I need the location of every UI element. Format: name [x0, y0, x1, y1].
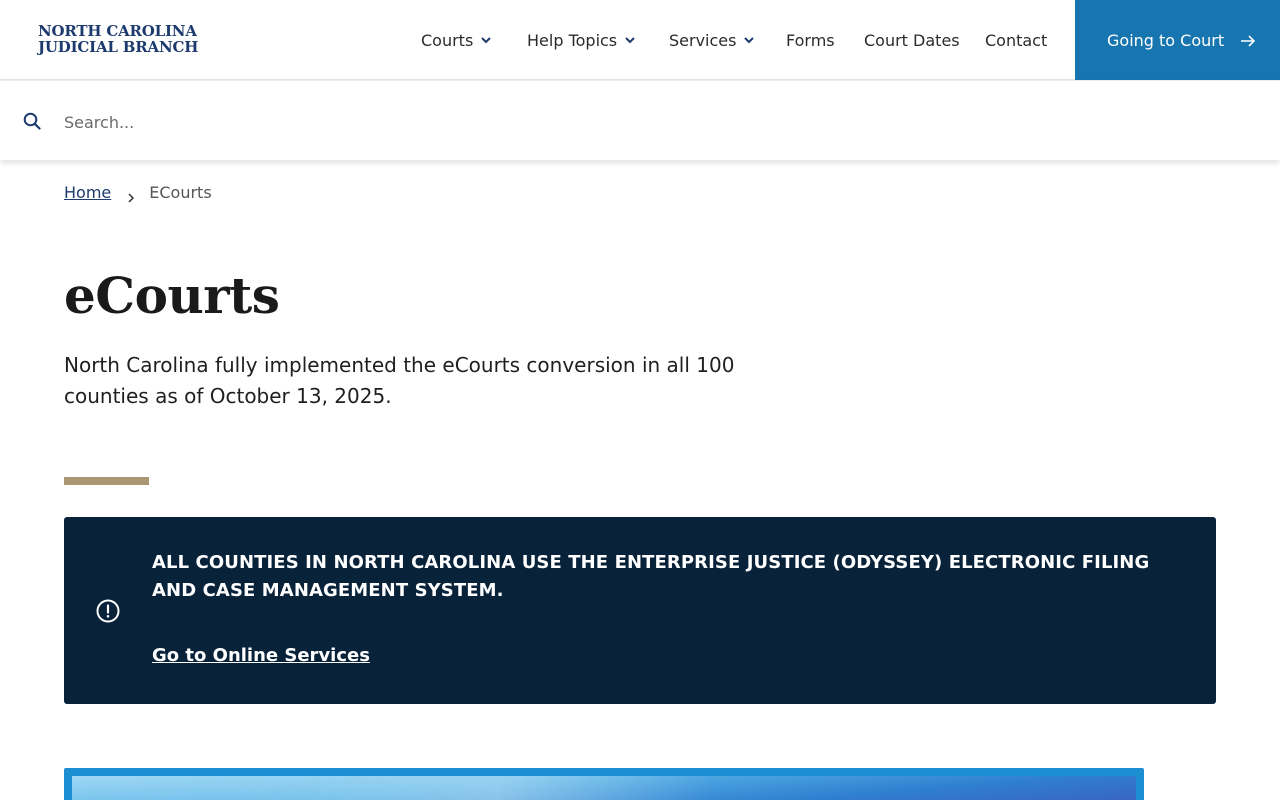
info-alert: All counties in North Carolina use the E…	[64, 517, 1216, 704]
breadcrumb: Home ECourts	[64, 183, 212, 203]
going-to-court-button[interactable]: Going to Court	[1075, 0, 1280, 80]
chevron-right-icon	[127, 188, 135, 203]
breadcrumb-current: ECourts	[149, 183, 212, 202]
nav-help-topics[interactable]: Help Topics	[527, 0, 637, 80]
breadcrumb-home-link[interactable]: Home	[64, 183, 111, 202]
nav-services-label: Services	[669, 30, 737, 50]
accent-divider	[64, 477, 149, 485]
intro-text: North Carolina fully implemented the eCo…	[64, 353, 735, 408]
arrow-right-icon	[1240, 33, 1256, 47]
logo-line-2: JUDICIAL BRANCH	[38, 38, 199, 56]
logo-line-1: NORTH CAROLINA	[38, 22, 197, 40]
nav-courts[interactable]: Courts	[421, 0, 493, 80]
site-header: NORTH CAROLINA JUDICIAL BRANCH Courts He…	[0, 0, 1280, 80]
nav-forms-label: Forms	[786, 30, 835, 50]
chevron-down-icon	[623, 33, 637, 47]
chevron-down-icon	[479, 33, 493, 47]
search-bar	[0, 80, 1280, 160]
nav-contact[interactable]: Contact	[985, 0, 1047, 80]
chevron-down-icon	[742, 33, 756, 47]
nav-courts-label: Courts	[421, 30, 474, 50]
nav-help-topics-label: Help Topics	[527, 30, 618, 50]
page-title: eCourts	[64, 266, 280, 325]
going-to-court-label: Going to Court	[1107, 30, 1225, 50]
exclamation-circle-icon	[96, 599, 120, 623]
online-services-link[interactable]: Go to Online Services	[152, 645, 370, 666]
nav-contact-label: Contact	[985, 30, 1048, 50]
nav-court-dates-label: Court Dates	[864, 30, 960, 50]
search-input[interactable]	[64, 105, 1244, 139]
nav-court-dates[interactable]: Court Dates	[864, 0, 960, 80]
nav-forms[interactable]: Forms	[786, 0, 835, 80]
search-icon[interactable]	[23, 112, 41, 130]
site-logo[interactable]: NORTH CAROLINA JUDICIAL BRANCH	[38, 23, 198, 55]
alert-message: All counties in North Carolina use the E…	[152, 552, 1150, 601]
hero-banner-image	[64, 768, 1144, 800]
nav-services[interactable]: Services	[669, 0, 756, 80]
banner-graphic	[72, 776, 1136, 800]
